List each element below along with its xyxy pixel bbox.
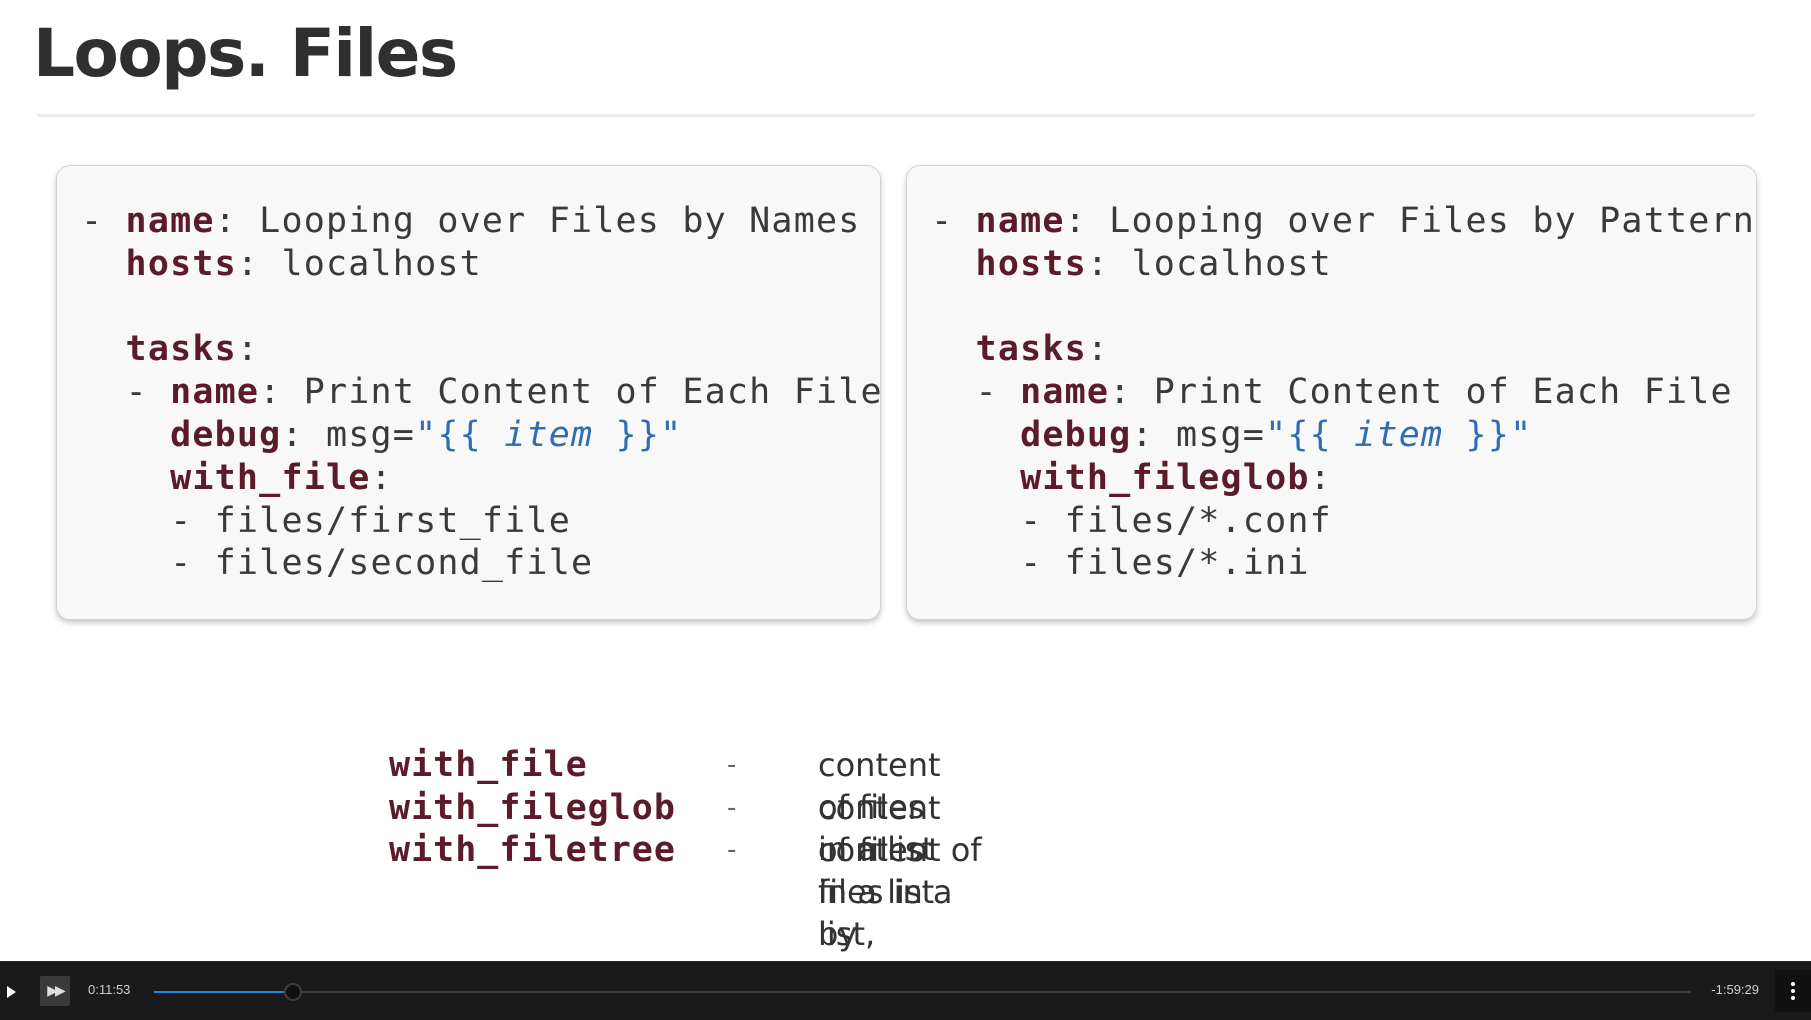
legend-term: with_fileglob	[389, 787, 676, 828]
code-keyword: debug	[170, 414, 282, 455]
legend-term: with_file	[389, 745, 588, 785]
code-string: item	[1354, 414, 1444, 455]
code-text: : localhost	[1086, 243, 1332, 284]
code-line: - name: Looping over Files by Pattern	[931, 200, 1756, 243]
code-line: - files/second_file	[81, 542, 880, 585]
play-icon[interactable]	[0, 979, 22, 1005]
code-text: - files/second_file	[81, 543, 594, 584]
code-text: :	[236, 329, 260, 370]
code-string: "{{	[1265, 414, 1355, 455]
code-block-by-pattern: - name: Looping over Files by Pattern ho…	[931, 200, 1756, 585]
code-box-by-names: - name: Looping over Files by Names host…	[56, 165, 883, 620]
code-line: debug: msg="{{ item }}"	[81, 414, 880, 457]
code-line: - name: Looping over Files by Names	[81, 200, 880, 243]
code-text: - files/first_file	[81, 500, 571, 541]
code-text: -	[931, 372, 1021, 413]
legend-dash: -	[727, 750, 737, 780]
code-keyword: with_fileglob	[1020, 457, 1310, 498]
code-line: with_file:	[81, 457, 880, 500]
code-block-by-names: - name: Looping over Files by Names host…	[81, 200, 883, 585]
code-line: - files/*.ini	[931, 542, 1756, 585]
code-line: - name: Print Content of Each File	[931, 371, 1756, 414]
legend-term: with_filetree	[389, 830, 676, 870]
code-string: }}"	[593, 414, 683, 455]
code-text: : Print Content of Each File	[259, 372, 883, 413]
slide: Loops. Files - name: Looping over Files …	[0, 0, 1811, 995]
title-divider	[37, 114, 1755, 117]
code-text: : msg=	[281, 414, 416, 455]
code-box-by-pattern: - name: Looping over Files by Pattern ho…	[906, 165, 1757, 620]
code-keyword: debug	[1020, 414, 1132, 455]
current-time: 0:11:53	[88, 982, 131, 997]
code-line: - files/*.conf	[931, 500, 1756, 543]
code-text: -	[81, 201, 126, 241]
legend-dash: -	[727, 835, 737, 865]
code-line: debug: msg="{{ item }}"	[931, 414, 1756, 457]
code-text: : localhost	[236, 243, 482, 284]
code-text: : Print Content of Each File	[1109, 372, 1733, 413]
remaining-time: -1:59:29	[1711, 982, 1759, 997]
code-keyword: hosts	[125, 243, 237, 284]
legend-dash: -	[727, 792, 737, 823]
seek-handle[interactable]	[284, 983, 303, 1001]
code-text: - files/*.ini	[931, 543, 1310, 584]
seek-bar-progress	[154, 991, 294, 993]
more-vertical-icon[interactable]	[1775, 970, 1811, 1012]
code-line: with_fileglob:	[931, 457, 1756, 500]
code-keyword: tasks	[975, 329, 1087, 370]
code-text: :	[370, 457, 393, 498]
code-string: "{{	[415, 414, 505, 455]
code-line: - files/first_file	[81, 500, 880, 543]
code-text: -	[931, 201, 976, 241]
code-text: : Looping over Files by Pattern	[1064, 201, 1756, 241]
code-keyword: name	[975, 201, 1065, 241]
code-line: tasks:	[81, 328, 880, 371]
code-text: :	[1309, 457, 1332, 498]
code-string: item	[504, 414, 594, 455]
skip-forward-icon[interactable]: ▶▶	[40, 976, 70, 1006]
code-text: : Looping over Files by Names	[214, 201, 861, 241]
code-keyword: name	[170, 372, 260, 413]
code-text: : msg=	[1131, 414, 1266, 455]
seek-bar[interactable]	[154, 983, 1691, 1001]
code-keyword: name	[125, 201, 215, 241]
code-string: }}"	[1443, 414, 1533, 455]
code-line: tasks:	[931, 328, 1756, 371]
video-player-bar: ▶▶ 0:11:53 -1:59:29	[0, 961, 1811, 1020]
code-text: - files/*.conf	[931, 500, 1332, 541]
code-keyword: name	[1020, 372, 1110, 413]
code-line: hosts: localhost	[931, 243, 1756, 286]
code-text: :	[1086, 329, 1110, 370]
code-line: - name: Print Content of Each File	[81, 371, 883, 414]
code-line: hosts: localhost	[81, 243, 880, 286]
code-keyword: with_file	[170, 457, 371, 498]
code-keyword: hosts	[975, 243, 1087, 284]
slide-title: Loops. Files	[33, 15, 458, 92]
code-text: -	[81, 372, 171, 413]
code-keyword: tasks	[125, 329, 237, 370]
